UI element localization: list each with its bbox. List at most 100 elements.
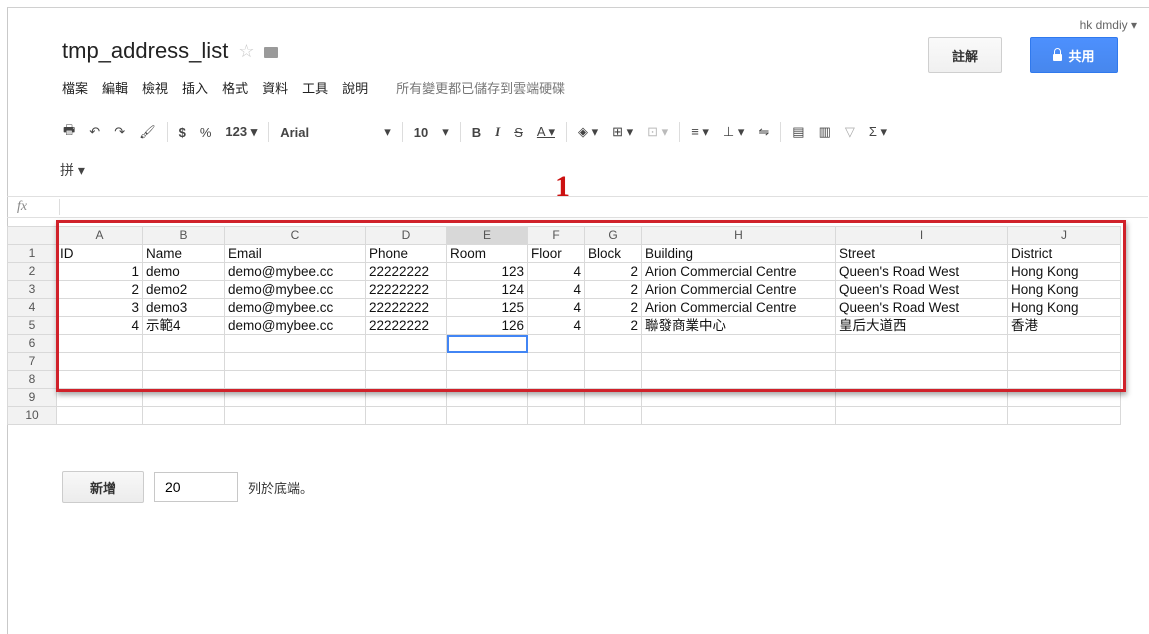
column-header[interactable]: F xyxy=(527,226,585,245)
column-header[interactable]: I xyxy=(835,226,1008,245)
user-menu[interactable]: hk dmdiy ▾ xyxy=(1080,18,1137,32)
cell[interactable] xyxy=(56,352,143,371)
cell[interactable] xyxy=(527,388,585,407)
menu-insert[interactable]: 插入 xyxy=(182,78,208,97)
cell[interactable] xyxy=(1007,388,1121,407)
input-tools-button[interactable]: 拼 ▾ xyxy=(60,160,85,180)
column-header[interactable]: D xyxy=(365,226,447,245)
font-family-dropdown[interactable]: Arial xyxy=(277,123,373,142)
functions-icon[interactable]: Σ ▾ xyxy=(866,122,890,142)
cell[interactable] xyxy=(584,406,642,425)
cell[interactable]: Name xyxy=(142,244,225,263)
column-header[interactable]: J xyxy=(1007,226,1121,245)
cell[interactable]: 皇后大道西 xyxy=(835,316,1008,335)
cell[interactable] xyxy=(446,352,528,371)
cell[interactable] xyxy=(142,352,225,371)
borders-icon[interactable]: ⊞ ▾ xyxy=(609,122,636,142)
cell[interactable] xyxy=(527,334,585,353)
cell[interactable] xyxy=(1007,352,1121,371)
menu-help[interactable]: 說明 xyxy=(342,78,368,97)
cell[interactable]: Block xyxy=(584,244,642,263)
row-header[interactable]: 1 xyxy=(7,244,57,263)
column-header[interactable]: H xyxy=(641,226,836,245)
share-button[interactable]: 共用 xyxy=(1030,37,1118,73)
filter-icon[interactable]: ▽ xyxy=(842,122,858,142)
column-header[interactable]: C xyxy=(224,226,366,245)
cell[interactable]: demo2 xyxy=(142,280,225,299)
menu-data[interactable]: 資料 xyxy=(262,78,288,97)
cell[interactable] xyxy=(365,406,447,425)
cell[interactable]: 125 xyxy=(446,298,528,317)
italic-button[interactable]: I xyxy=(492,122,503,142)
insert-chart-icon[interactable]: ▥ xyxy=(816,122,834,142)
cell[interactable] xyxy=(56,334,143,353)
cell[interactable]: 2 xyxy=(56,280,143,299)
cell[interactable]: ID xyxy=(56,244,143,263)
cell[interactable]: demo@mybee.cc xyxy=(224,298,366,317)
cell[interactable]: 22222222 xyxy=(365,316,447,335)
row-count-input[interactable] xyxy=(154,472,238,502)
menu-view[interactable]: 檢視 xyxy=(142,78,168,97)
cell[interactable] xyxy=(584,370,642,389)
cell[interactable]: 1 xyxy=(56,262,143,281)
comment-button[interactable]: 註解 xyxy=(928,37,1002,73)
cell[interactable]: 3 xyxy=(56,298,143,317)
menu-file[interactable]: 檔案 xyxy=(62,78,88,97)
cell[interactable] xyxy=(835,406,1008,425)
row-header[interactable]: 8 xyxy=(7,370,57,389)
cell[interactable]: Arion Commercial Centre xyxy=(641,298,836,317)
cell[interactable]: 124 xyxy=(446,280,528,299)
row-header[interactable]: 4 xyxy=(7,298,57,317)
row-header[interactable]: 5 xyxy=(7,316,57,335)
cell[interactable]: 香港 xyxy=(1007,316,1121,335)
cell[interactable]: Floor xyxy=(527,244,585,263)
cell[interactable] xyxy=(527,370,585,389)
cell[interactable] xyxy=(1007,370,1121,389)
print-icon[interactable]: 🖶 xyxy=(60,119,78,145)
star-icon[interactable]: ☆ xyxy=(238,41,254,62)
cell[interactable] xyxy=(446,388,528,407)
cell[interactable] xyxy=(224,388,366,407)
cell[interactable] xyxy=(224,406,366,425)
row-header[interactable]: 10 xyxy=(7,406,57,425)
cell[interactable] xyxy=(365,388,447,407)
cell[interactable]: 示範4 xyxy=(142,316,225,335)
cell[interactable] xyxy=(142,334,225,353)
cell[interactable] xyxy=(142,388,225,407)
cell[interactable] xyxy=(1007,406,1121,425)
cell[interactable]: Queen's Road West xyxy=(835,298,1008,317)
cell[interactable]: Arion Commercial Centre xyxy=(641,262,836,281)
cell[interactable] xyxy=(446,370,528,389)
number-format-dropdown[interactable]: 123 ▾ xyxy=(222,122,260,142)
cell[interactable] xyxy=(641,370,836,389)
cell[interactable]: 2 xyxy=(584,298,642,317)
row-header[interactable]: 9 xyxy=(7,388,57,407)
cell[interactable]: demo xyxy=(142,262,225,281)
vertical-align-icon[interactable]: ⊥ ▾ xyxy=(720,122,747,142)
bold-button[interactable]: B xyxy=(469,123,484,142)
align-icon[interactable]: ≡ ▾ xyxy=(688,122,712,142)
cell[interactable] xyxy=(641,352,836,371)
row-header[interactable]: 6 xyxy=(7,334,57,353)
cell[interactable]: Hong Kong xyxy=(1007,298,1121,317)
cell[interactable]: Building xyxy=(641,244,836,263)
cell[interactable] xyxy=(584,334,642,353)
cell[interactable]: Email xyxy=(224,244,366,263)
merge-cells-icon[interactable]: ⊡ ▾ xyxy=(644,122,671,142)
cell[interactable] xyxy=(56,370,143,389)
cell[interactable]: 22222222 xyxy=(365,298,447,317)
cell[interactable] xyxy=(365,352,447,371)
select-all-corner[interactable] xyxy=(7,226,57,245)
menu-format[interactable]: 格式 xyxy=(222,78,248,97)
cell[interactable] xyxy=(527,352,585,371)
wrap-text-icon[interactable]: ⇋ xyxy=(755,122,772,142)
percent-button[interactable]: % xyxy=(197,123,215,142)
cell[interactable]: Hong Kong xyxy=(1007,280,1121,299)
cell[interactable] xyxy=(365,370,447,389)
insert-comment-icon[interactable]: ▤ xyxy=(789,122,807,142)
cell[interactable] xyxy=(835,388,1008,407)
cell[interactable] xyxy=(835,370,1008,389)
cell[interactable]: 4 xyxy=(56,316,143,335)
font-size-dropdown[interactable]: 10 xyxy=(411,123,431,142)
cell[interactable]: 126 xyxy=(446,316,528,335)
